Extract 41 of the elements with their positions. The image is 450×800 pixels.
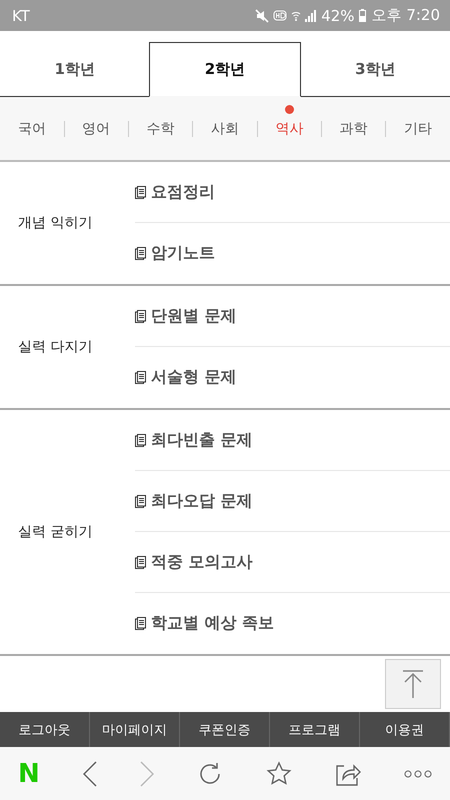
section-title: 실력 굳히기 xyxy=(18,523,92,541)
document-icon xyxy=(135,494,146,508)
section-title: 실력 다지기 xyxy=(18,338,92,356)
scroll-top-button[interactable] xyxy=(385,659,441,709)
menu-link[interactable]: 적중 모의고사 xyxy=(151,552,253,572)
document-icon xyxy=(135,617,146,630)
subject-tab[interactable]: 영어 xyxy=(80,118,112,140)
menu-link[interactable]: 서술형 문제 xyxy=(151,367,237,388)
subject-tab[interactable]: 기타 xyxy=(402,118,434,140)
menu-link[interactable]: 암기노트 xyxy=(151,243,215,264)
star-icon[interactable] xyxy=(266,760,292,786)
menu-link[interactable]: 요점정리 xyxy=(151,182,215,202)
arrow-up-icon xyxy=(402,670,424,698)
document-icon xyxy=(135,371,146,384)
menu-link[interactable]: 최다빈출 문제 xyxy=(151,430,253,450)
signal-icon xyxy=(305,10,318,22)
document-icon xyxy=(135,247,146,260)
mute-icon xyxy=(255,8,270,22)
menu-link[interactable]: 최다오답 문제 xyxy=(151,490,253,512)
menu-link[interactable]: 단원별 문제 xyxy=(151,306,237,326)
subject-tab[interactable]: 과학 xyxy=(338,118,370,140)
back-icon[interactable] xyxy=(82,760,97,786)
carrier-label: KT xyxy=(12,6,30,24)
subject-tab[interactable]: 국어 xyxy=(16,118,48,140)
active-dot xyxy=(284,104,294,114)
clock: 오후 7:20 xyxy=(372,6,440,25)
hd-icon xyxy=(273,10,288,22)
more-icon[interactable] xyxy=(404,770,432,778)
document-icon xyxy=(135,186,146,198)
battery-percent: 42% xyxy=(321,6,355,24)
document-icon xyxy=(135,310,146,322)
menu-link[interactable]: 학교별 예상 족보 xyxy=(151,613,274,634)
subject-tab[interactable]: 역사 xyxy=(273,118,306,140)
document-icon xyxy=(135,434,146,446)
grade-tab[interactable]: 2학년 xyxy=(149,42,301,97)
section-title: 개념 익히기 xyxy=(18,214,92,232)
document-icon xyxy=(135,556,146,568)
subject-tab[interactable]: 사회 xyxy=(208,118,241,140)
subject-tab[interactable]: 수학 xyxy=(144,118,177,140)
wifi-icon xyxy=(291,10,302,22)
battery-icon xyxy=(358,9,366,22)
